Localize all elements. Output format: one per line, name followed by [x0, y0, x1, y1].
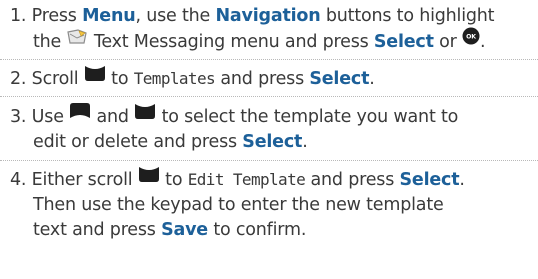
ok-key-icon: OK: [462, 27, 480, 53]
keyword-select: Select: [399, 170, 460, 190]
menu-item-templates: Templates: [133, 69, 216, 88]
text-messaging-envelope-icon: [66, 28, 88, 53]
scroll-down-key-icon: [138, 165, 160, 191]
step-4-line-2: Then use the keypad to enter the new tem…: [33, 195, 444, 215]
step-1-line-2: the Text Messaging menu and press Select…: [10, 27, 534, 55]
svg-text:OK: OK: [466, 33, 476, 40]
scroll-down-key-icon: [84, 64, 106, 90]
step-3: 3. Use and to select the template you wa…: [10, 102, 534, 155]
step-1-line-1: 1. Press Menu, use the Navigation button…: [10, 6, 495, 26]
step-3-line-2: edit or delete and press Select.: [33, 132, 308, 152]
step-4: 4. Either scroll to Edit Template and pr…: [10, 167, 534, 243]
step-number: 4.: [10, 170, 27, 190]
step-3-line-1: 3. Use and to select the template you wa…: [10, 102, 534, 130]
scroll-up-key-icon: [69, 102, 91, 128]
divider: [0, 59, 538, 60]
divider: [0, 96, 538, 97]
keyword-select: Select: [309, 69, 370, 89]
keyword-select: Select: [373, 32, 434, 52]
step-number: 3.: [10, 107, 27, 127]
step-2: 2. Scroll to Templates and press Select.: [10, 66, 534, 92]
step-number: 1.: [10, 6, 27, 26]
keyword-navigation: Navigation: [215, 6, 321, 26]
divider: [0, 160, 538, 161]
step-1: 1. Press Menu, use the Navigation button…: [10, 4, 534, 55]
step-4-line-1: 4. Either scroll to Edit Template and pr…: [10, 167, 534, 193]
step-2-line-1: 2. Scroll to Templates and press Select.: [10, 66, 534, 92]
step-4-line-3: text and press Save to confirm.: [33, 220, 307, 240]
menu-item-edit-template: Edit Template: [187, 170, 306, 189]
keyword-save: Save: [161, 220, 208, 240]
keyword-menu: Menu: [82, 6, 136, 26]
instructions-document: 1. Press Menu, use the Navigation button…: [0, 0, 538, 279]
scroll-down-key-icon: [134, 102, 156, 128]
keyword-select: Select: [242, 132, 303, 152]
step-number: 2.: [10, 69, 27, 89]
